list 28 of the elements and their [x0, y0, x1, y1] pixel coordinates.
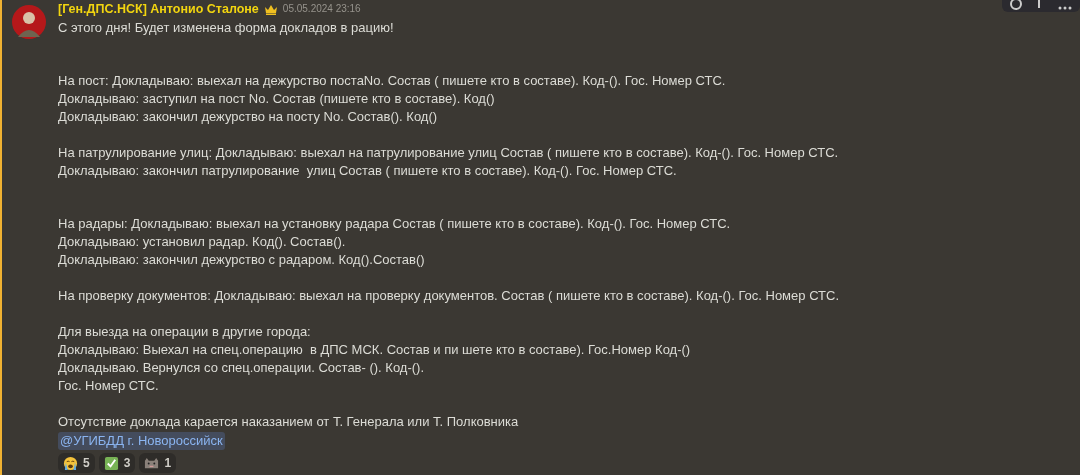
- emoji-icon[interactable]: [1009, 0, 1022, 10]
- reaction-button[interactable]: 5: [58, 453, 95, 473]
- message-line: Отсутствие доклада карается наказанием от Т. Генерала или Т. Полковника: [58, 413, 519, 431]
- crown-icon: [263, 3, 278, 15]
- message-line: Докладываю: закончил патрулирование улиц Состав ( пишете кто в составе). Код-(). Гос. Номер СТС.: [58, 162, 677, 180]
- message-line: С этого дня! Будет изменена форма докладов в рацию!: [58, 19, 394, 37]
- message-line: Гос. Номер СТС.: [58, 377, 159, 395]
- message-line: Докладываю: Выехал на спец.операцию в ДПС МСК. Состав и пи шете кто в составе). Гос.Номер Код-(): [58, 341, 691, 359]
- message-line: На пост: Докладываю: выехал на дежурство постаNo. Состав ( пишете кто в составе). Код-(). Гос. Номер СТС.: [58, 72, 726, 90]
- cat-face-icon: [144, 455, 160, 471]
- message-line: Докладываю: закончил дежурство на посту No. Состав(). Код(): [58, 108, 438, 126]
- message-line: На патрулирование улиц: Докладываю: выехал на патрулирование улиц Состав ( пишете кто в составе). Код-(). Гос. Номер СТС.: [58, 144, 839, 162]
- message-line: Докладываю: закончил дежурство с радаром. Код().Состав(): [58, 251, 425, 269]
- mention-link[interactable]: @УГИБДД г. Новороссийск: [58, 432, 225, 450]
- reaction-button[interactable]: 3: [98, 453, 136, 473]
- check-mark-icon: [103, 455, 119, 471]
- more-icon[interactable]: [1058, 6, 1073, 10]
- message-line: Докладываю: заступил на пост No. Состав (пишете кто в составе). Код(): [58, 90, 495, 108]
- message-line: Для выезда на операции в другие города:: [58, 323, 311, 341]
- author-name[interactable]: [Ген.ДПС.НСК] Антонио Сталоне: [58, 0, 259, 18]
- reaction-button[interactable]: 1: [139, 453, 177, 473]
- avatar[interactable]: [12, 5, 46, 39]
- message-line: На радары: Докладываю: выехал на установку радара Состав ( пишете кто в составе). Код-(). Гос. Номер СТС.: [58, 215, 731, 233]
- message-line: На проверку документов: Докладываю: выехал на проверку документов. Состав ( пишете кто в составе). Код-(). Гос. Номер СТС.: [58, 287, 840, 305]
- timestamp: 05.05.2024 23:16: [282, 2, 361, 16]
- message-line: Докладываю. Вернулся со спец.операции. Состав- (). Код-().: [58, 359, 425, 377]
- crying-face-icon: [63, 455, 78, 471]
- message-line: Докладываю: установил радар. Код(). Состав().: [58, 233, 346, 251]
